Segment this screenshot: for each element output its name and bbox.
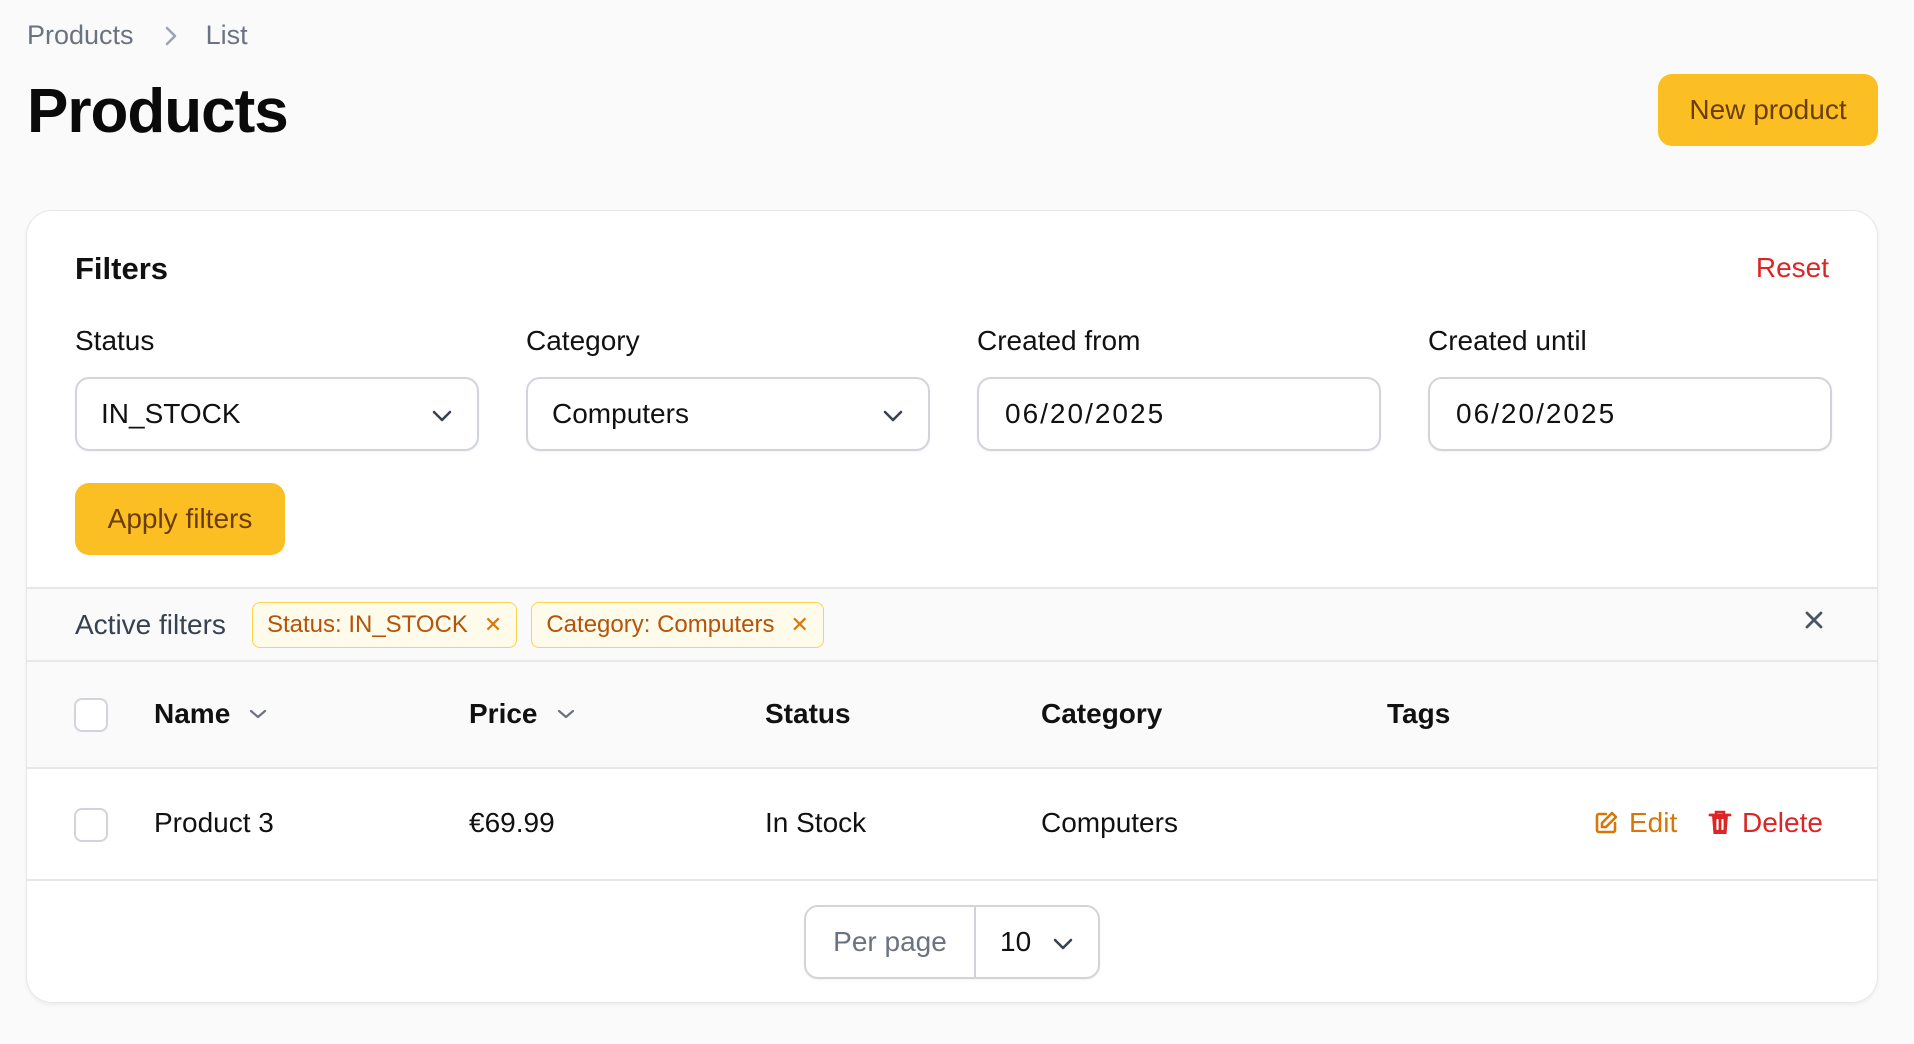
page-title: Products	[27, 77, 289, 146]
column-header-tags: Tags	[1387, 698, 1451, 729]
breadcrumb-item-list: List	[205, 20, 248, 50]
column-header-status: Status	[765, 698, 851, 729]
active-filter-chip-status: Status: IN_STOCK ✕	[251, 601, 518, 648]
active-filters-label: Active filters	[75, 608, 226, 640]
chip-label: Category: Computers	[546, 610, 775, 638]
column-header-price[interactable]: Price	[469, 698, 576, 730]
created-until-value: 06/20/2025	[1456, 398, 1617, 429]
created-from-date-input[interactable]: 06/20/2025	[977, 377, 1381, 451]
status-filter-select[interactable]: IN_STOCK	[75, 377, 479, 451]
created-from-value: 06/20/2025	[1005, 398, 1166, 429]
edit-button[interactable]: Edit	[1593, 807, 1677, 839]
row-status: In Stock	[765, 807, 867, 838]
chevron-down-icon	[431, 398, 453, 430]
status-filter-label: Status	[75, 325, 155, 356]
row-select-checkbox[interactable]	[74, 808, 108, 842]
column-header-category: Category	[1041, 698, 1163, 729]
table-header: Name Price Status Category Tags	[27, 662, 1877, 769]
row-name: Product 3	[154, 807, 274, 838]
row-price: €69.99	[469, 807, 555, 838]
status-filter-value: IN_STOCK	[101, 398, 241, 429]
products-table-card: Filters Reset Status IN_STOCK Category C…	[26, 210, 1878, 1003]
remove-chip-icon[interactable]: ✕	[790, 612, 808, 638]
category-filter-label: Category	[526, 325, 640, 356]
delete-label: Delete	[1742, 807, 1823, 838]
chip-label: Status: IN_STOCK	[266, 610, 468, 638]
clear-filters-icon[interactable]	[1803, 609, 1825, 636]
trash-icon	[1708, 810, 1732, 834]
delete-button[interactable]: Delete	[1708, 807, 1823, 839]
created-until-date-input[interactable]: 06/20/2025	[1428, 377, 1832, 451]
new-product-button[interactable]: New product	[1658, 74, 1878, 146]
edit-label: Edit	[1629, 807, 1678, 838]
column-header-name[interactable]: Name	[154, 698, 268, 730]
per-page-select[interactable]: 10	[976, 907, 1098, 977]
category-filter-select[interactable]: Computers	[526, 377, 930, 451]
remove-chip-icon[interactable]: ✕	[484, 612, 502, 638]
category-filter-value: Computers	[552, 398, 689, 429]
edit-icon	[1595, 811, 1618, 834]
chevron-down-icon	[1052, 926, 1074, 958]
sort-chevron-down-icon	[556, 708, 576, 720]
sort-chevron-down-icon	[248, 708, 268, 720]
column-header-label: Price	[469, 698, 538, 729]
select-all-checkbox[interactable]	[74, 698, 108, 732]
column-header-label: Name	[154, 698, 231, 729]
breadcrumb: Products List	[27, 20, 248, 51]
chevron-down-icon	[882, 398, 904, 430]
created-from-label: Created from	[977, 325, 1141, 356]
per-page-control: Per page 10	[804, 905, 1100, 979]
row-category: Computers	[1041, 807, 1178, 838]
filters-title: Filters	[75, 251, 169, 286]
active-filter-chip-category: Category: Computers ✕	[531, 601, 824, 648]
per-page-label: Per page	[806, 907, 976, 977]
breadcrumb-item-products[interactable]: Products	[27, 20, 134, 51]
apply-filters-button[interactable]: Apply filters	[75, 483, 285, 555]
active-filters-bar: Active filters Status: IN_STOCK ✕ Catego…	[27, 587, 1877, 662]
created-until-label: Created until	[1428, 325, 1587, 356]
chevron-right-icon	[164, 25, 178, 47]
table-row: Product 3 €69.99 In Stock Computers Edit…	[27, 769, 1877, 881]
per-page-value: 10	[1000, 926, 1032, 957]
reset-filters-link[interactable]: Reset	[1756, 252, 1829, 284]
